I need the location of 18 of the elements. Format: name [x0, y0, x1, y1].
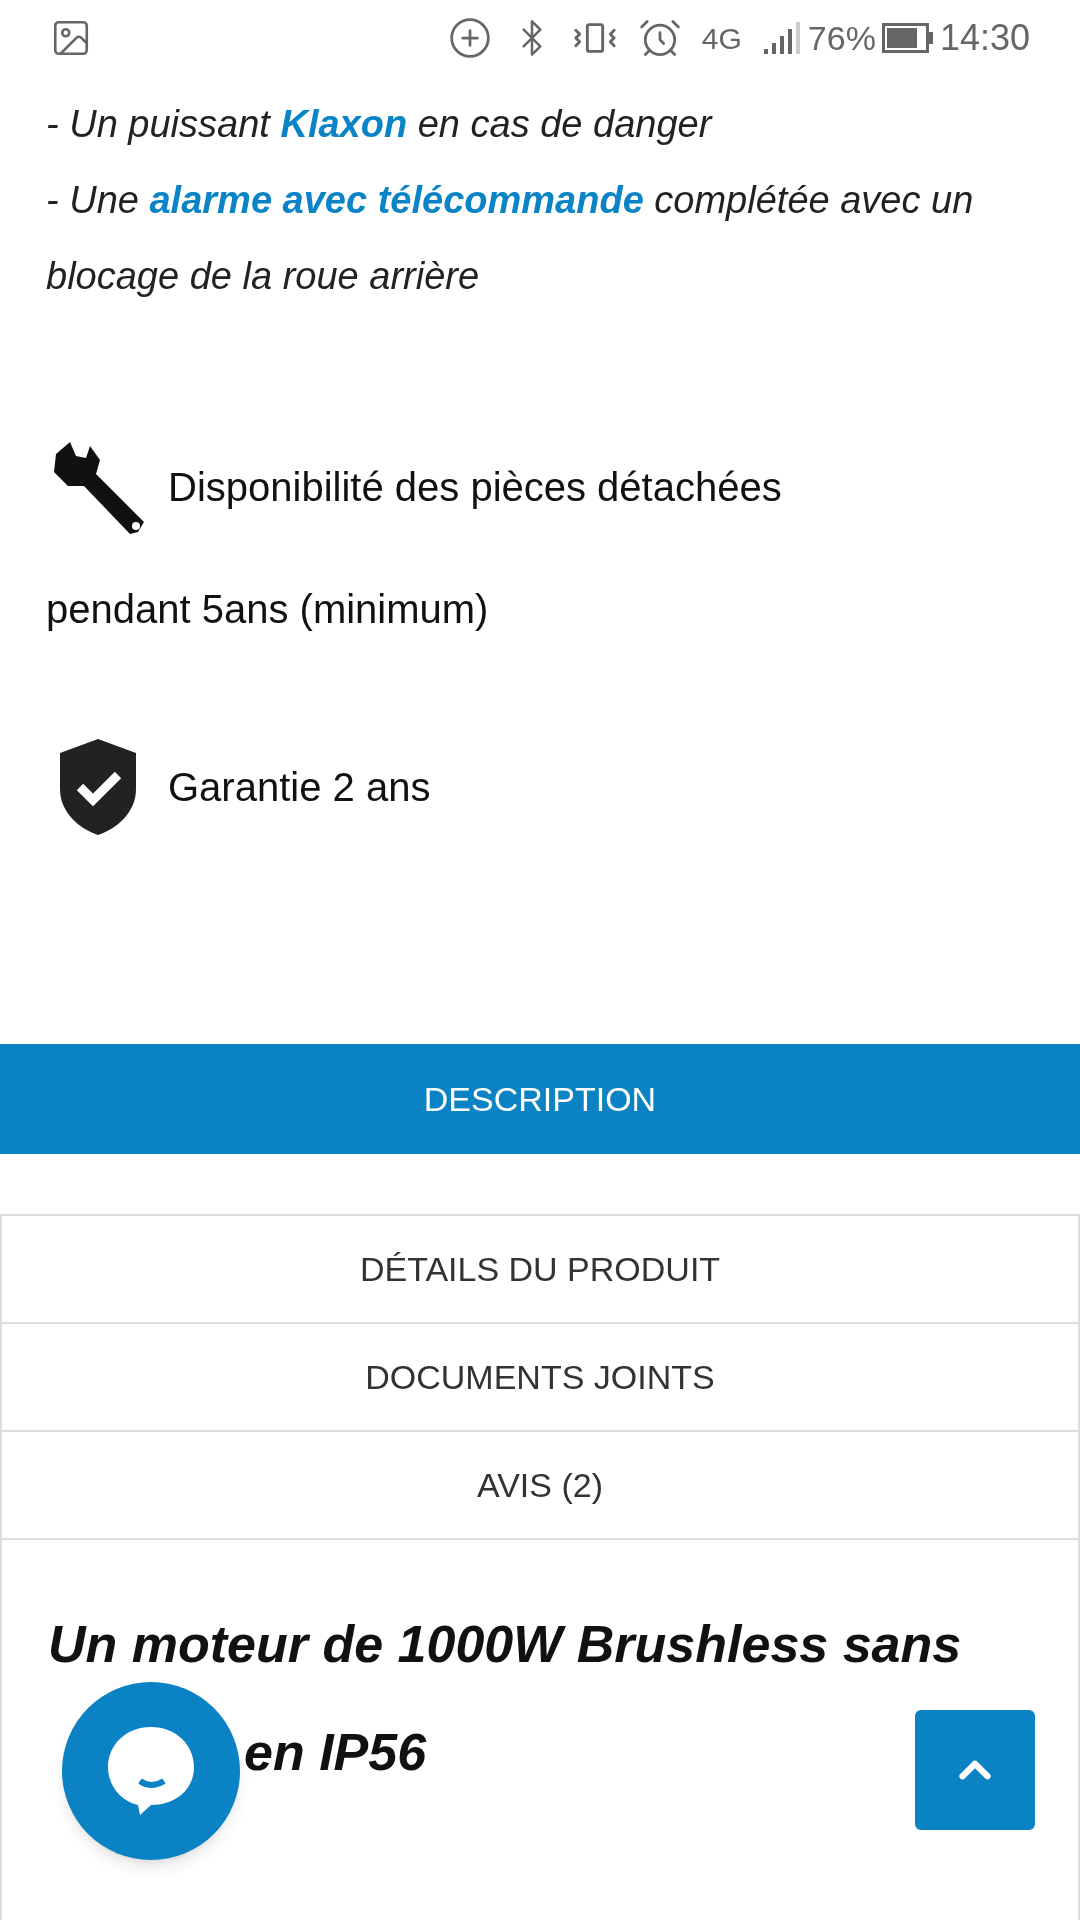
- feature-paragraph: - Un puissant Klaxon en cas de danger: [46, 102, 714, 147]
- signal-icon: [761, 21, 802, 55]
- clock: 14:30: [939, 16, 1030, 60]
- network-type: 4G: [701, 20, 742, 57]
- section-heading: Un moteur de 1000W Brushless sans: [48, 1614, 963, 1675]
- section-tab[interactable]: DESCRIPTION: [0, 1044, 1080, 1154]
- feature-text: Disponibilité des pièces détachées: [168, 464, 782, 511]
- feature-text: Garantie 2 ans: [168, 764, 431, 811]
- section-heading: en IP56: [244, 1722, 427, 1783]
- feature-paragraph: - Une alarme avec télécommande complétée avec un blocage de la roue arrière: [46, 178, 975, 299]
- add-circle-icon: [447, 16, 492, 60]
- battery-icon: [881, 23, 934, 53]
- section-tab[interactable]: DOCUMENTS JOINTS: [0, 1322, 1080, 1432]
- section-tab[interactable]: AVIS (2): [0, 1430, 1080, 1540]
- section-tab[interactable]: DÉTAILS DU PRODUIT: [0, 1214, 1080, 1324]
- battery-percent: 76%: [807, 17, 876, 59]
- feature-text: pendant 5ans (minimum): [46, 586, 490, 633]
- chat-bubble-icon: [106, 1725, 196, 1817]
